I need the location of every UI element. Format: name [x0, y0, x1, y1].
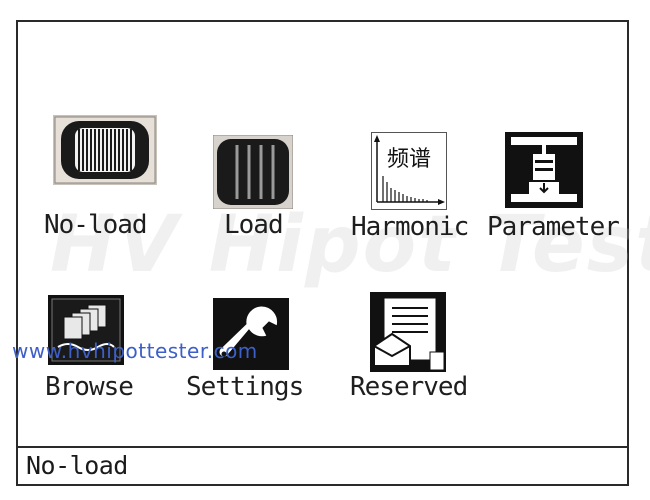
parameter-icon [505, 132, 583, 208]
menu-item-label: Reserved [350, 372, 468, 402]
load-icon [213, 135, 293, 209]
menu-item-label: Settings [186, 372, 304, 402]
status-bar: No-load [18, 446, 627, 484]
menu-item-label: Parameter [487, 212, 620, 242]
harmonic-icon-text: 频谱 [387, 147, 431, 172]
url-watermark: www.hvhipottester.com [12, 339, 258, 363]
no-load-icon [53, 115, 157, 185]
menu-item-label: Browse [45, 372, 134, 402]
harmonic-icon: 频谱 [371, 132, 447, 210]
menu-item-label: Load [224, 210, 284, 240]
menu-item-label: Harmonic [351, 212, 469, 242]
screen-frame: HV Hipot Tester No-load [16, 20, 650, 486]
menu-item-label: No-load [44, 210, 148, 240]
reserved-icon [370, 292, 446, 372]
status-text: No-load [26, 451, 128, 480]
